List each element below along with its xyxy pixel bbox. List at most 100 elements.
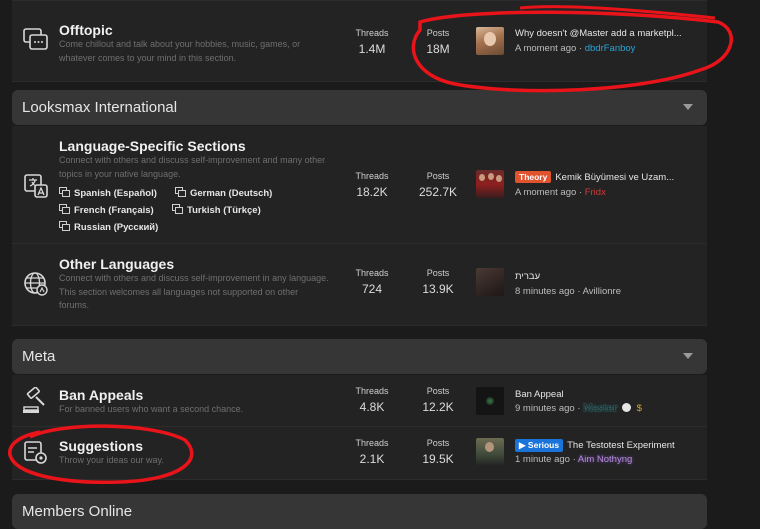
last-post-meta: 8 minutes ago · Avillionre (515, 286, 621, 297)
subforum-spanish[interactable]: Spanish (Español) (59, 187, 157, 199)
suggestion-gear-icon (24, 441, 47, 464)
posts-label: Posts (426, 171, 450, 181)
posts-count: 18M (426, 42, 450, 56)
subforum-label: Russian (Русский) (74, 222, 159, 233)
chevron-down-icon[interactable] (683, 104, 693, 110)
last-post-title[interactable]: ▶ Serious The Testotest Experiment (515, 439, 700, 452)
last-post-title[interactable]: Ban Appeal (515, 389, 700, 400)
threads-label: Threads (355, 386, 389, 396)
posts-stat: Posts 252.7K (408, 171, 468, 199)
forum-title-other-languages[interactable]: Other Languages (59, 256, 174, 272)
threads-label: Threads (355, 28, 389, 38)
forum-node-offtopic: Offtopic Come chillout and talk about yo… (12, 0, 707, 82)
avatar[interactable] (476, 438, 504, 466)
thread-prefix-serious[interactable]: ▶ Serious (515, 439, 564, 452)
last-post-user[interactable]: Fridx (585, 187, 606, 198)
threads-label: Threads (355, 268, 389, 278)
posts-stat: Posts 12.2K (408, 386, 468, 414)
category-header-meta[interactable]: Meta (12, 339, 707, 374)
avatar[interactable] (476, 268, 504, 296)
category-title[interactable]: Meta (22, 348, 55, 365)
threads-label: Threads (355, 438, 389, 448)
subforum-icon (59, 221, 70, 231)
posts-label: Posts (426, 268, 450, 278)
last-post-time[interactable]: A moment ago (515, 187, 576, 198)
subforum-label: Spanish (Español) (74, 188, 157, 199)
megaphone-icon: ▶ (519, 440, 526, 450)
gavel-icon (23, 387, 45, 413)
threads-stat: Threads 4.8K (342, 386, 402, 414)
prefix-label: Serious (527, 440, 560, 450)
threads-count: 18.2K (356, 185, 388, 199)
last-post-meta: A moment ago · dbdrFanboy (515, 43, 635, 54)
posts-label: Posts (426, 438, 450, 448)
subforum-icon (172, 204, 183, 214)
subforum-russian[interactable]: Russian (Русский) (59, 221, 158, 233)
members-online-header: Members Online (12, 494, 707, 529)
verified-badge-icon (622, 403, 632, 412)
last-post-title[interactable]: עברית (515, 271, 700, 282)
avatar[interactable] (476, 27, 504, 55)
last-post-user[interactable]: Aim Nothyng (578, 454, 632, 465)
subforum-german[interactable]: German (Deutsch) (175, 187, 272, 199)
posts-label: Posts (426, 28, 450, 38)
forum-description: Connect with others and discuss self-imp… (59, 155, 326, 179)
last-post-title[interactable]: Theory Kemik Büyümesi ve Uzam... (515, 171, 700, 183)
forum-node-ban-appeals: Ban Appeals For banned users who want a … (12, 375, 707, 427)
last-post-time[interactable]: 8 minutes ago (515, 286, 575, 297)
subforum-label: Turkish (Türkçe) (187, 205, 261, 216)
separator: · (572, 454, 576, 465)
last-post-title[interactable]: Why doesn't @Master add a marketpl... (515, 28, 700, 39)
threads-count: 724 (361, 282, 383, 296)
forum-title-language-specific[interactable]: Language-Specific Sections (59, 138, 246, 154)
translate-icon (24, 174, 48, 198)
members-online-title: Members Online (22, 503, 133, 520)
posts-count: 13.9K (422, 282, 454, 296)
category-title[interactable]: Looksmax International (22, 99, 177, 116)
posts-stat: Posts 18M (408, 28, 468, 56)
forum-description: Throw your ideas our way. (59, 455, 164, 465)
separator: · (577, 286, 581, 297)
subforum-label: German (Deutsch) (190, 188, 273, 199)
forum-description: For banned users who want a second chanc… (59, 404, 244, 414)
thread-prefix-theory[interactable]: Theory (515, 171, 552, 183)
forum-title-suggestions[interactable]: Suggestions (59, 438, 143, 454)
last-post-time[interactable]: 1 minute ago (515, 454, 570, 465)
avatar[interactable] (476, 170, 504, 198)
category-header-looksmax[interactable]: Looksmax International (12, 90, 707, 125)
forum-node-suggestions: Suggestions Throw your ideas our way. Th… (12, 427, 707, 480)
separator: · (578, 187, 583, 198)
avatar[interactable] (476, 387, 504, 415)
last-post-time[interactable]: 9 minutes ago (515, 403, 575, 414)
subforum-turkish[interactable]: Turkish (Türkçe) (172, 204, 261, 216)
threads-stat: Threads 2.1K (342, 438, 402, 466)
forum-title-ban-appeals[interactable]: Ban Appeals (59, 387, 143, 403)
chat-bubbles-icon (23, 28, 48, 50)
last-post-user[interactable]: dbdrFanboy (585, 43, 636, 54)
separator: · (578, 43, 583, 54)
threads-count: 1.4M (358, 42, 386, 56)
threads-count: 2.1K (359, 452, 385, 466)
forum-description: Come chillout and talk about your hobbie… (59, 39, 301, 63)
last-post-title-text[interactable]: Kemik Büyümesi ve Uzam... (555, 172, 674, 183)
forum-title-offtopic[interactable]: Offtopic (59, 22, 113, 38)
posts-stat: Posts 13.9K (408, 268, 468, 296)
subforum-icon (59, 187, 70, 197)
subforum-icon (175, 187, 186, 197)
last-post-user[interactable]: Master (583, 403, 617, 414)
last-post-time[interactable]: A moment ago (515, 43, 576, 54)
last-post-title-text[interactable]: The Testotest Experiment (567, 440, 675, 451)
threads-count: 4.8K (359, 400, 385, 414)
last-post-user[interactable]: Avillionre (583, 286, 621, 297)
subforum-label: French (Français) (74, 205, 154, 216)
posts-stat: Posts 19.5K (408, 438, 468, 466)
threads-stat: Threads 18.2K (342, 171, 402, 199)
money-icon: $ (636, 403, 642, 414)
last-post-meta: A moment ago · Fridx (515, 187, 606, 198)
last-post-meta: 9 minutes ago · Master $ (515, 403, 642, 414)
globe-icon (24, 272, 48, 296)
forum-node-other-languages: Other Languages Connect with others and … (12, 244, 707, 326)
last-post-meta: 1 minute ago · Aim Nothyng (515, 454, 632, 465)
subforum-french[interactable]: French (Français) (59, 204, 154, 216)
chevron-down-icon[interactable] (683, 353, 693, 359)
